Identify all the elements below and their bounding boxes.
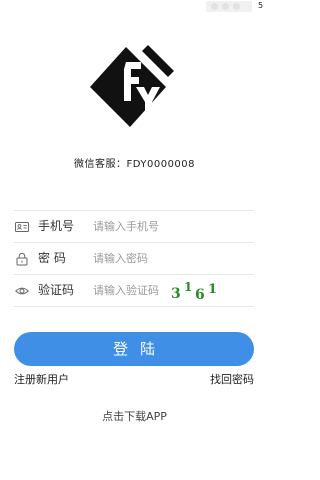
phone-input[interactable] [93, 217, 203, 235]
phone-label: 手机号 [38, 219, 75, 233]
download-app-link[interactable]: 点击下载APP [0, 409, 269, 425]
captcha-char: 6 [195, 287, 205, 303]
register-link[interactable]: 注册新用户 [14, 372, 69, 388]
fdy-logo [90, 45, 174, 127]
eye-icon [15, 287, 29, 295]
status-dot-icon [233, 3, 240, 10]
captcha-char: 1 [184, 280, 193, 294]
captcha-image[interactable]: 3 1 6 1 [171, 279, 223, 303]
captcha-char: 3 [171, 286, 181, 302]
status-icons [206, 1, 252, 12]
captcha-label: 验证码 [38, 283, 75, 297]
password-label: 密 码 [38, 251, 66, 265]
login-button[interactable]: 登陆 [14, 332, 254, 366]
id-card-icon [15, 222, 29, 232]
captcha-row: 验证码 3 1 6 1 [13, 274, 254, 307]
status-indicator: 5 [258, 1, 264, 10]
status-bar: 5 [0, 0, 269, 14]
password-input[interactable] [93, 249, 203, 267]
lock-icon [16, 252, 28, 266]
forgot-password-link[interactable]: 找回密码 [210, 372, 254, 388]
captcha-input[interactable] [93, 281, 168, 299]
customer-service-id: 微信客服：FDY0000008 [73, 159, 196, 170]
status-dot-icon [211, 3, 218, 10]
phone-row: 手机号 [13, 210, 254, 242]
captcha-char: 1 [208, 282, 218, 297]
login-form: 手机号 密 码 验证码 3 1 6 1 [13, 210, 254, 307]
password-row: 密 码 [13, 242, 254, 274]
status-dot-icon [222, 3, 229, 10]
